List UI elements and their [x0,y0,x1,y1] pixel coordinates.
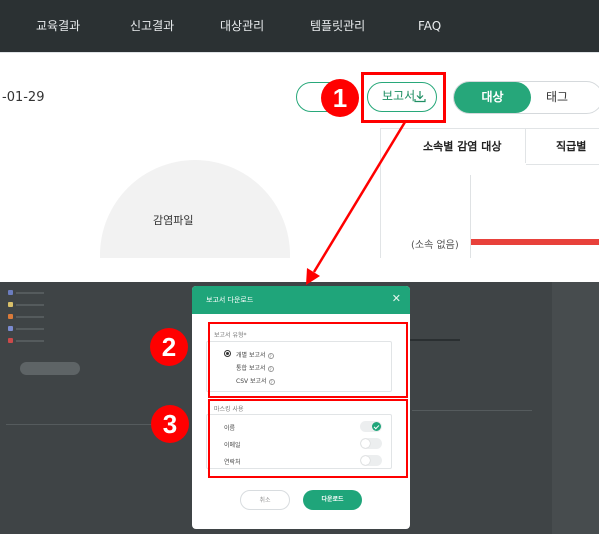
legend-marker [8,290,13,295]
legend-marker [8,338,13,343]
nav-item-report-results[interactable]: 신고결과 [130,0,174,52]
nav-item-education-results[interactable]: 교육결과 [36,0,80,52]
legend-marker [8,314,13,319]
nav-item-template-management[interactable]: 템플릿관리 [310,0,365,52]
donut-chart-label: 감염파일 [153,214,194,227]
report-type-highlight [208,322,408,398]
legend-line [16,292,44,294]
chart-axis [470,175,471,258]
top-navbar: 교육결과 신고결과 대상관리 템플릿관리 FAQ [0,0,599,52]
nav-divider [0,52,599,53]
chart-bar [471,239,599,245]
dimmed-divider [412,410,532,411]
donut-chart [100,160,290,258]
segment-target[interactable]: 대상 [454,82,531,113]
step-badge-2: 2 [150,328,188,366]
cancel-button[interactable]: 취소 [240,490,290,510]
legend-line [16,316,44,318]
segment-tag[interactable]: 태그 [546,82,568,113]
masking-highlight [208,399,408,478]
chart-category-label: (소속 없음) [411,240,459,251]
download-button[interactable]: 다운로드 [303,490,362,510]
dimmed-pill [20,362,80,375]
nav-item-faq[interactable]: FAQ [418,0,441,52]
legend-line [16,304,44,306]
legend-marker [8,302,13,307]
dashboard-panel: 교육결과 신고결과 대상관리 템플릿관리 FAQ -01-29 보고서 대상 태… [0,0,599,258]
tab-infection-by-department[interactable]: 소속별 감염 대상 [423,138,502,154]
nav-item-target-management[interactable]: 대상관리 [220,0,264,52]
report-button-highlight [361,72,446,123]
legend-line [16,328,44,330]
step-badge-3: 3 [151,405,189,443]
legend-marker [8,326,13,331]
step-badge-1: 1 [321,79,359,117]
modal-header: 보고서 다운로드 ✕ [192,286,410,314]
close-icon[interactable]: ✕ [392,293,401,305]
tab-active-gap [380,163,526,165]
target-tag-toggle: 대상 태그 [453,81,599,114]
dimmed-chart-line [410,339,460,341]
date-range-text: -01-29 [2,90,45,105]
dimmed-side-column [552,282,599,534]
tab-by-position[interactable]: 직급별 [556,138,586,154]
modal-title: 보고서 다운로드 [206,296,254,304]
legend-line [16,340,44,342]
